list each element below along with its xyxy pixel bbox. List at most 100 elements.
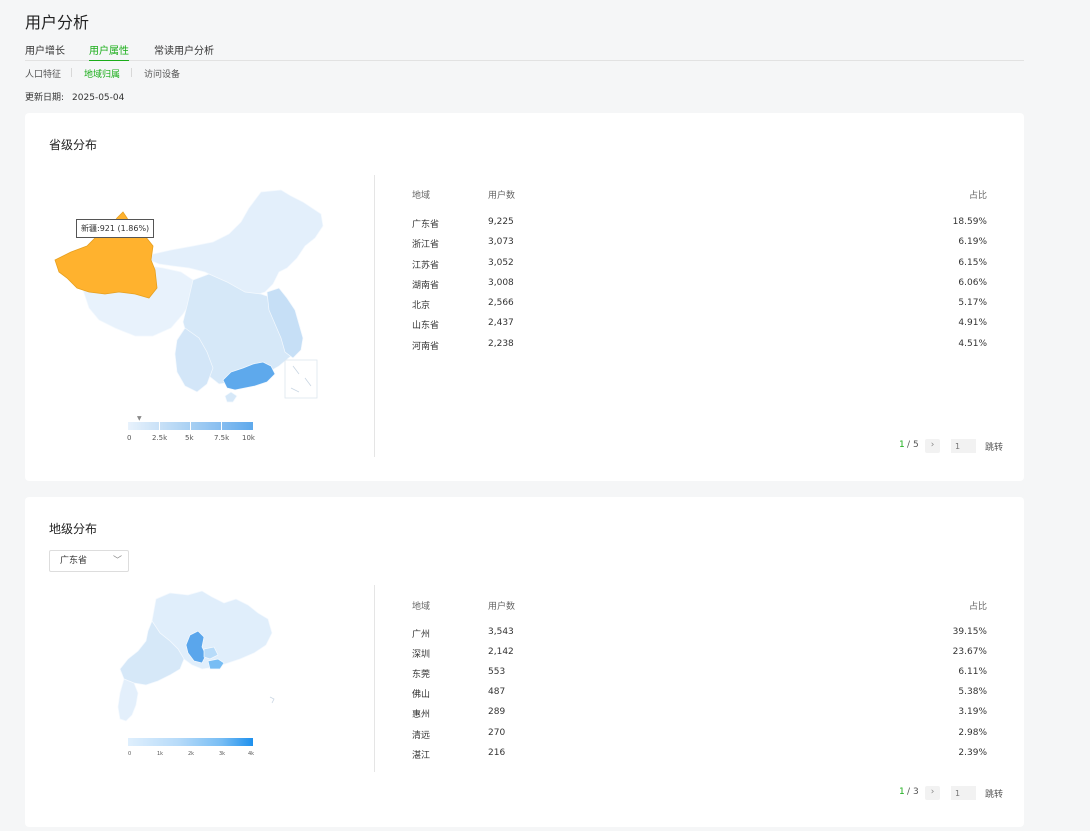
legend-label: 4k xyxy=(248,751,255,757)
map-legend-bar[interactable] xyxy=(128,422,253,430)
city-distribution-card: 地级分布 广东省 ﹀ 0 1k 2k 3k 4k 地域 用户数 占比 广州 3,… xyxy=(25,497,1024,827)
header-share: 占比 xyxy=(968,602,987,612)
table-row: 惠州 289 3.19% xyxy=(412,707,987,721)
cell-users: 3,008 xyxy=(488,278,514,288)
cell-users: 2,142 xyxy=(488,647,514,657)
legend-label: 0 xyxy=(128,751,132,757)
page-total: 3 xyxy=(913,787,919,797)
cell-region: 佛山 xyxy=(412,690,431,700)
page-total: 5 xyxy=(913,440,919,450)
province-select[interactable]: 广东省 ﹀ xyxy=(49,550,129,572)
cell-share: 6.19% xyxy=(958,237,987,247)
subtab-device[interactable]: 访问设备 xyxy=(144,67,180,80)
cell-users: 289 xyxy=(488,707,506,717)
next-page-button[interactable]: › xyxy=(925,786,940,800)
guangdong-map[interactable] xyxy=(98,589,278,729)
page-current: 1 xyxy=(899,787,905,797)
cell-share: 3.19% xyxy=(958,707,987,717)
subtab-separator xyxy=(131,68,132,77)
update-date-label: 更新日期: xyxy=(25,93,65,103)
cell-region: 清远 xyxy=(412,731,431,741)
cell-share: 4.51% xyxy=(958,339,987,349)
tab-user-growth[interactable]: 用户增长 xyxy=(25,42,65,60)
province-select-value: 广东省 xyxy=(60,556,88,566)
pagination: 1 / 5 › 跳转 xyxy=(899,439,1009,453)
cell-region: 惠州 xyxy=(412,710,431,720)
legend-label: 7.5k xyxy=(214,434,230,442)
province-distribution-card: 省级分布 新疆:921 (1.86%) ▼ 0 2.5k 5k 7.5k 10k… xyxy=(25,113,1024,481)
cell-share: 4.91% xyxy=(958,318,987,328)
page-title: 用户分析 xyxy=(25,13,90,32)
subtab-region[interactable]: 地域归属 xyxy=(84,67,120,80)
page-slash: / xyxy=(907,440,911,450)
cell-region: 河南省 xyxy=(412,342,440,352)
cell-region: 江苏省 xyxy=(412,261,440,271)
legend-label: 0 xyxy=(127,434,132,442)
header-region: 地域 xyxy=(412,602,431,612)
tab-frequent-reader-analysis[interactable]: 常读用户分析 xyxy=(154,42,214,60)
map-region-hainan[interactable] xyxy=(224,391,238,403)
cell-share: 5.38% xyxy=(958,687,987,697)
vertical-divider xyxy=(374,585,375,772)
map-inset-islands xyxy=(290,365,312,393)
page-slash: / xyxy=(907,787,911,797)
map-tooltip: 新疆:921 (1.86%) xyxy=(76,219,155,238)
table-header: 地域 用户数 占比 xyxy=(412,188,987,202)
cell-share: 2.39% xyxy=(958,748,987,758)
pagination: 1 / 3 › 跳转 xyxy=(899,786,1009,800)
table-row: 江苏省 3,052 6.15% xyxy=(412,258,987,272)
cell-users: 2,566 xyxy=(488,298,514,308)
page-jump-input[interactable] xyxy=(951,439,976,453)
table-row: 清远 270 2.98% xyxy=(412,728,987,742)
cell-users: 9,225 xyxy=(488,217,514,227)
cell-region: 湖南省 xyxy=(412,281,440,291)
table-row: 浙江省 3,073 6.19% xyxy=(412,237,987,251)
cell-users: 3,543 xyxy=(488,627,514,637)
card-title: 地级分布 xyxy=(49,522,98,536)
subtab-demographics[interactable]: 人口特征 xyxy=(25,67,61,80)
card-title: 省级分布 xyxy=(49,138,98,152)
cell-users: 2,437 xyxy=(488,318,514,328)
cell-region: 深圳 xyxy=(412,650,431,660)
cell-share: 6.06% xyxy=(958,278,987,288)
legend-pointer-icon: ▼ xyxy=(137,415,142,422)
map-legend-bar[interactable] xyxy=(128,738,253,746)
legend-tick xyxy=(190,422,191,430)
legend-label: 5k xyxy=(185,434,194,442)
next-page-button[interactable]: › xyxy=(925,439,940,453)
cell-users: 216 xyxy=(488,748,506,758)
cell-region: 湛江 xyxy=(412,751,431,761)
jump-link[interactable]: 跳转 xyxy=(985,440,1003,453)
update-date-value: 2025-05-04 xyxy=(72,93,125,103)
cell-share: 6.15% xyxy=(958,258,987,268)
legend-label: 1k xyxy=(157,751,164,757)
legend-label: 10k xyxy=(242,434,255,442)
cell-users: 2,238 xyxy=(488,339,514,349)
chevron-down-icon: ﹀ xyxy=(112,556,122,566)
jump-link[interactable]: 跳转 xyxy=(985,787,1003,800)
tab-user-attributes[interactable]: 用户属性 xyxy=(89,42,129,61)
header-region: 地域 xyxy=(412,191,431,201)
subtab-separator xyxy=(71,68,72,77)
table-row: 广州 3,543 39.15% xyxy=(412,627,987,641)
map-inset-south-china-sea xyxy=(284,359,318,399)
table-row: 湛江 216 2.39% xyxy=(412,748,987,762)
update-date: 更新日期: 2025-05-04 xyxy=(25,90,124,103)
page-current: 1 xyxy=(899,440,905,450)
page-jump-input[interactable] xyxy=(951,786,976,800)
main-tabs: 用户增长 用户属性 常读用户分析 xyxy=(25,42,1024,61)
legend-label: 3k xyxy=(219,751,226,757)
legend-label: 2.5k xyxy=(152,434,168,442)
cell-region: 山东省 xyxy=(412,321,440,331)
table-row: 深圳 2,142 23.67% xyxy=(412,647,987,661)
cell-users: 487 xyxy=(488,687,506,697)
cell-share: 23.67% xyxy=(952,647,987,657)
table-row: 河南省 2,238 4.51% xyxy=(412,339,987,353)
header-share: 占比 xyxy=(968,191,987,201)
legend-label: 2k xyxy=(188,751,195,757)
cell-users: 270 xyxy=(488,728,506,738)
cell-region: 北京 xyxy=(412,301,431,311)
map-region-leizhou[interactable] xyxy=(117,678,139,722)
cell-region: 广东省 xyxy=(412,220,440,230)
table-header: 地域 用户数 占比 xyxy=(412,599,987,613)
